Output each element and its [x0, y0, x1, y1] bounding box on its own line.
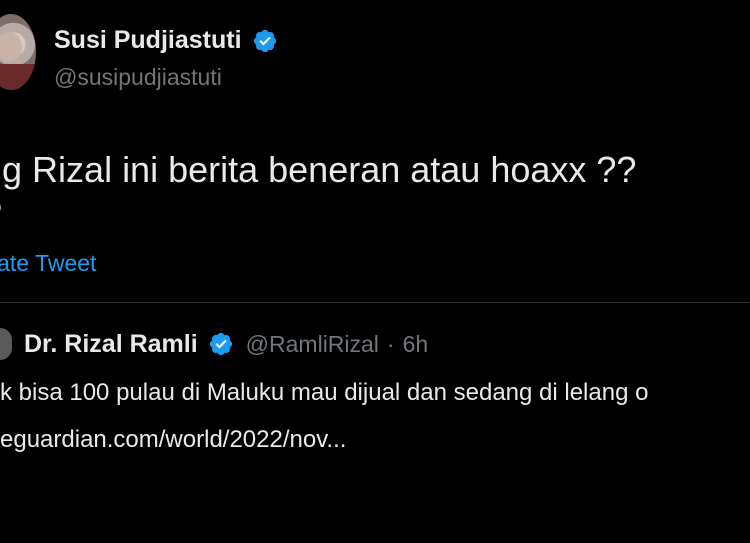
quoted-author-name[interactable]: Dr. Rizal Ramli	[24, 330, 198, 359]
verified-badge-icon	[253, 29, 276, 52]
tweet-text-line-2: ?	[0, 192, 2, 236]
avatar-shirt	[0, 64, 36, 90]
author-avatar[interactable]	[0, 14, 36, 90]
avatar-face	[0, 32, 22, 62]
separator-dot: ·	[386, 330, 395, 357]
author-name[interactable]: Susi Pudjiastuti	[54, 26, 242, 55]
quoted-tweet-link[interactable]: eguardian.com/world/2022/nov...	[0, 425, 346, 455]
author-row: Susi Pudjiastuti	[54, 26, 278, 55]
translate-tweet-link[interactable]: late Tweet	[0, 250, 96, 277]
quoted-author-handle[interactable]: @RamliRizal	[246, 331, 379, 358]
author-handle[interactable]: @susipudjiastuti	[54, 64, 222, 91]
verified-badge-icon	[209, 332, 232, 356]
quoted-tweet-header: Dr. Rizal Ramli @RamliRizal · 6h	[0, 328, 428, 360]
quoted-author-avatar[interactable]	[0, 328, 12, 360]
tweet-text-line-1: ng Rizal ini berita beneran atau hoaxx ?…	[0, 149, 637, 190]
quoted-tweet-text: k bisa 100 pulau di Maluku mau dijual da…	[0, 379, 649, 406]
quoted-tweet-time[interactable]: 6h	[403, 331, 429, 358]
